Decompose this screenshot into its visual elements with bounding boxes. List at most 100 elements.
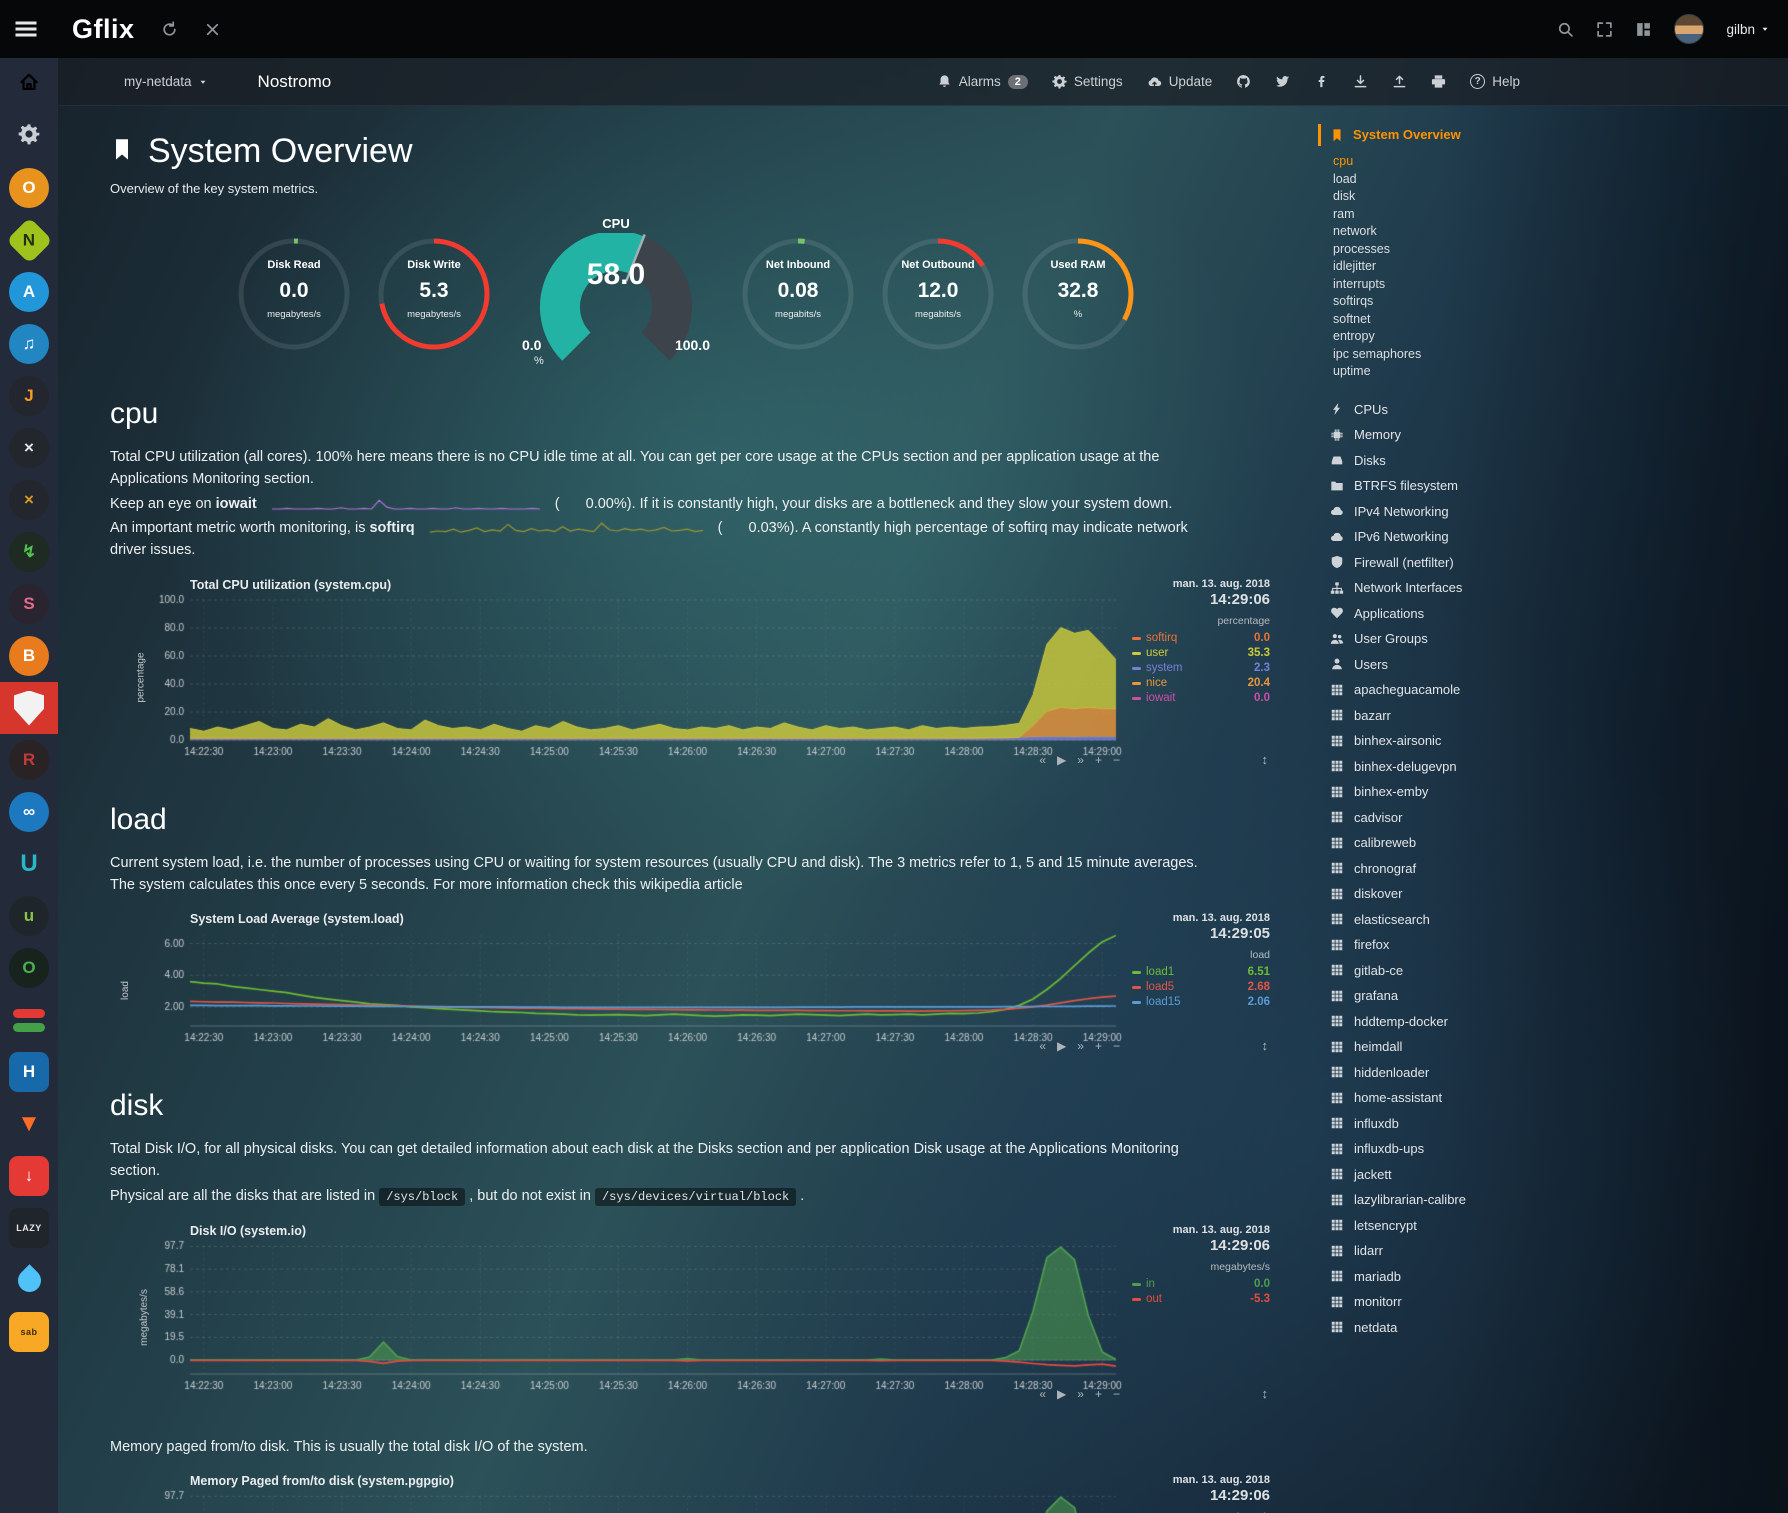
search-icon[interactable] <box>1557 21 1574 38</box>
app-shortcut-15[interactable]: ∞ <box>0 786 58 838</box>
menu-container-lazylibrarian-calibre[interactable]: lazylibrarian-calibre <box>1330 1187 1575 1213</box>
menu-toggle-icon[interactable] <box>14 17 38 41</box>
gauge-net-outbound[interactable]: Net Outbound12.0megabits/s <box>872 232 1004 362</box>
menu-container-bazarr[interactable]: bazarr <box>1330 703 1575 729</box>
menu-container-home-assistant[interactable]: home-assistant <box>1330 1085 1575 1111</box>
menu-container-apacheguacamole[interactable]: apacheguacamole <box>1330 677 1575 703</box>
chart-play-icon[interactable]: ▶ <box>1057 753 1066 767</box>
app-shortcut-23[interactable]: LAZY <box>0 1202 58 1254</box>
menu-item-softirqs[interactable]: softirqs <box>1333 293 1575 311</box>
app-shortcut-13[interactable] <box>0 682 58 734</box>
export-snapshot-button[interactable] <box>1353 74 1368 89</box>
app-shortcut-25[interactable]: sab <box>0 1306 58 1358</box>
menu-item-softnet[interactable]: softnet <box>1333 311 1575 329</box>
app-shortcut-8[interactable]: × <box>0 422 58 474</box>
iowait-sparkline[interactable] <box>271 497 541 511</box>
menu-section-users[interactable]: Users <box>1330 652 1575 678</box>
chart-forward-icon[interactable]: » <box>1077 753 1084 767</box>
menu-section-ipv6-networking[interactable]: IPv6 Networking <box>1330 524 1575 550</box>
app-shortcut-12[interactable]: B <box>0 630 58 682</box>
home-shortcut[interactable] <box>0 58 58 110</box>
app-shortcut-19[interactable] <box>0 994 58 1046</box>
menu-item-idlejitter[interactable]: idlejitter <box>1333 258 1575 276</box>
host-dropdown[interactable]: my-netdata <box>124 74 208 89</box>
help-button[interactable]: ? Help <box>1470 74 1520 89</box>
legend-row-softirq[interactable]: softirq0.0 <box>1132 631 1270 646</box>
app-shortcut-11[interactable]: S <box>0 578 58 630</box>
app-shortcut-3[interactable]: O <box>0 162 58 214</box>
app-shortcut-5[interactable]: A <box>0 266 58 318</box>
avatar[interactable] <box>1674 14 1704 44</box>
menu-section-firewall-netfilter-[interactable]: Firewall (netfilter) <box>1330 550 1575 576</box>
menu-item-ram[interactable]: ram <box>1333 206 1575 224</box>
menu-section-user-groups[interactable]: User Groups <box>1330 626 1575 652</box>
system-io-canvas[interactable] <box>144 1240 1122 1396</box>
legend-row-system[interactable]: system2.3 <box>1132 661 1270 676</box>
app-shortcut-16[interactable]: U <box>0 838 58 890</box>
import-snapshot-button[interactable] <box>1392 74 1407 89</box>
menu-container-netdata[interactable]: netdata <box>1330 1315 1575 1341</box>
menu-container-binhex-delugevpn[interactable]: binhex-delugevpn <box>1330 754 1575 780</box>
app-shortcut-22[interactable]: ↓ <box>0 1150 58 1202</box>
menu-container-mariadb[interactable]: mariadb <box>1330 1264 1575 1290</box>
menu-container-gitlab-ce[interactable]: gitlab-ce <box>1330 958 1575 984</box>
chart-resize-icon[interactable]: ↕ <box>1262 1386 1269 1401</box>
system-cpu-canvas[interactable] <box>144 594 1122 762</box>
close-icon[interactable] <box>204 21 221 38</box>
legend-row-nice[interactable]: nice20.4 <box>1132 676 1270 691</box>
gauge-disk-write[interactable]: Disk Write5.3megabytes/s <box>368 232 500 362</box>
menu-section-applications[interactable]: Applications <box>1330 601 1575 627</box>
menu-item-disk[interactable]: disk <box>1333 188 1575 206</box>
app-shortcut-21[interactable]: ▼ <box>0 1098 58 1150</box>
legend-row-load1[interactable]: load16.51 <box>1132 965 1270 980</box>
twitter-link[interactable] <box>1275 74 1290 89</box>
app-shortcut-17[interactable]: u <box>0 890 58 942</box>
user-menu[interactable]: gilbn <box>1726 22 1770 37</box>
menu-item-processes[interactable]: processes <box>1333 241 1575 259</box>
system-pgpgio-canvas[interactable] <box>144 1490 1122 1513</box>
chart-play-icon[interactable]: ▶ <box>1057 1387 1066 1401</box>
menu-container-diskover[interactable]: diskover <box>1330 881 1575 907</box>
menu-item-uptime[interactable]: uptime <box>1333 363 1575 381</box>
facebook-link[interactable] <box>1314 74 1329 89</box>
update-button[interactable]: Update <box>1147 74 1213 89</box>
layout-panes-icon[interactable] <box>1635 21 1652 38</box>
app-shortcut-10[interactable]: ↯ <box>0 526 58 578</box>
app-shortcut-20[interactable]: H <box>0 1046 58 1098</box>
chart-rewind-icon[interactable]: « <box>1039 1387 1046 1401</box>
app-shortcut-18[interactable]: O <box>0 942 58 994</box>
chart-zoom-out-icon[interactable]: − <box>1113 1039 1120 1053</box>
menu-container-hddtemp-docker[interactable]: hddtemp-docker <box>1330 1009 1575 1035</box>
menu-section-network-interfaces[interactable]: Network Interfaces <box>1330 575 1575 601</box>
app-shortcut-7[interactable]: J <box>0 370 58 422</box>
menu-section-btrfs-filesystem[interactable]: BTRFS filesystem <box>1330 473 1575 499</box>
chart-zoom-out-icon[interactable]: − <box>1113 1387 1120 1401</box>
menu-container-binhex-airsonic[interactable]: binhex-airsonic <box>1330 728 1575 754</box>
menu-container-monitorr[interactable]: monitorr <box>1330 1289 1575 1315</box>
menu-section-cpus[interactable]: CPUs <box>1330 397 1575 423</box>
menu-container-influxdb[interactable]: influxdb <box>1330 1111 1575 1137</box>
menu-item-entropy[interactable]: entropy <box>1333 328 1575 346</box>
menu-container-lidarr[interactable]: lidarr <box>1330 1238 1575 1264</box>
gauge-net-inbound[interactable]: Net Inbound0.08megabits/s <box>732 232 864 362</box>
github-link[interactable] <box>1236 74 1251 89</box>
chart-play-icon[interactable]: ▶ <box>1057 1039 1066 1053</box>
menu-section-ipv4-networking[interactable]: IPv4 Networking <box>1330 499 1575 525</box>
print-button[interactable] <box>1431 74 1446 89</box>
legend-row-load5[interactable]: load52.68 <box>1132 980 1270 995</box>
menu-container-influxdb-ups[interactable]: influxdb-ups <box>1330 1136 1575 1162</box>
menu-container-calibreweb[interactable]: calibreweb <box>1330 830 1575 856</box>
settings-button[interactable]: Settings <box>1052 74 1123 89</box>
gauge-used-ram[interactable]: Used RAM32.8% <box>1012 232 1144 362</box>
refresh-icon[interactable] <box>161 21 178 38</box>
chart-rewind-icon[interactable]: « <box>1039 753 1046 767</box>
menu-container-firefox[interactable]: firefox <box>1330 932 1575 958</box>
menu-container-heimdall[interactable]: heimdall <box>1330 1034 1575 1060</box>
menu-container-chronograf[interactable]: chronograf <box>1330 856 1575 882</box>
chart-zoom-in-icon[interactable]: + <box>1095 1039 1102 1053</box>
wikipedia-link[interactable]: wikipedia article <box>640 877 742 893</box>
chart-zoom-in-icon[interactable]: + <box>1095 1387 1102 1401</box>
chart-forward-icon[interactable]: » <box>1077 1387 1084 1401</box>
menu-item-ipc-semaphores[interactable]: ipc semaphores <box>1333 346 1575 364</box>
menu-section-memory[interactable]: Memory <box>1330 422 1575 448</box>
